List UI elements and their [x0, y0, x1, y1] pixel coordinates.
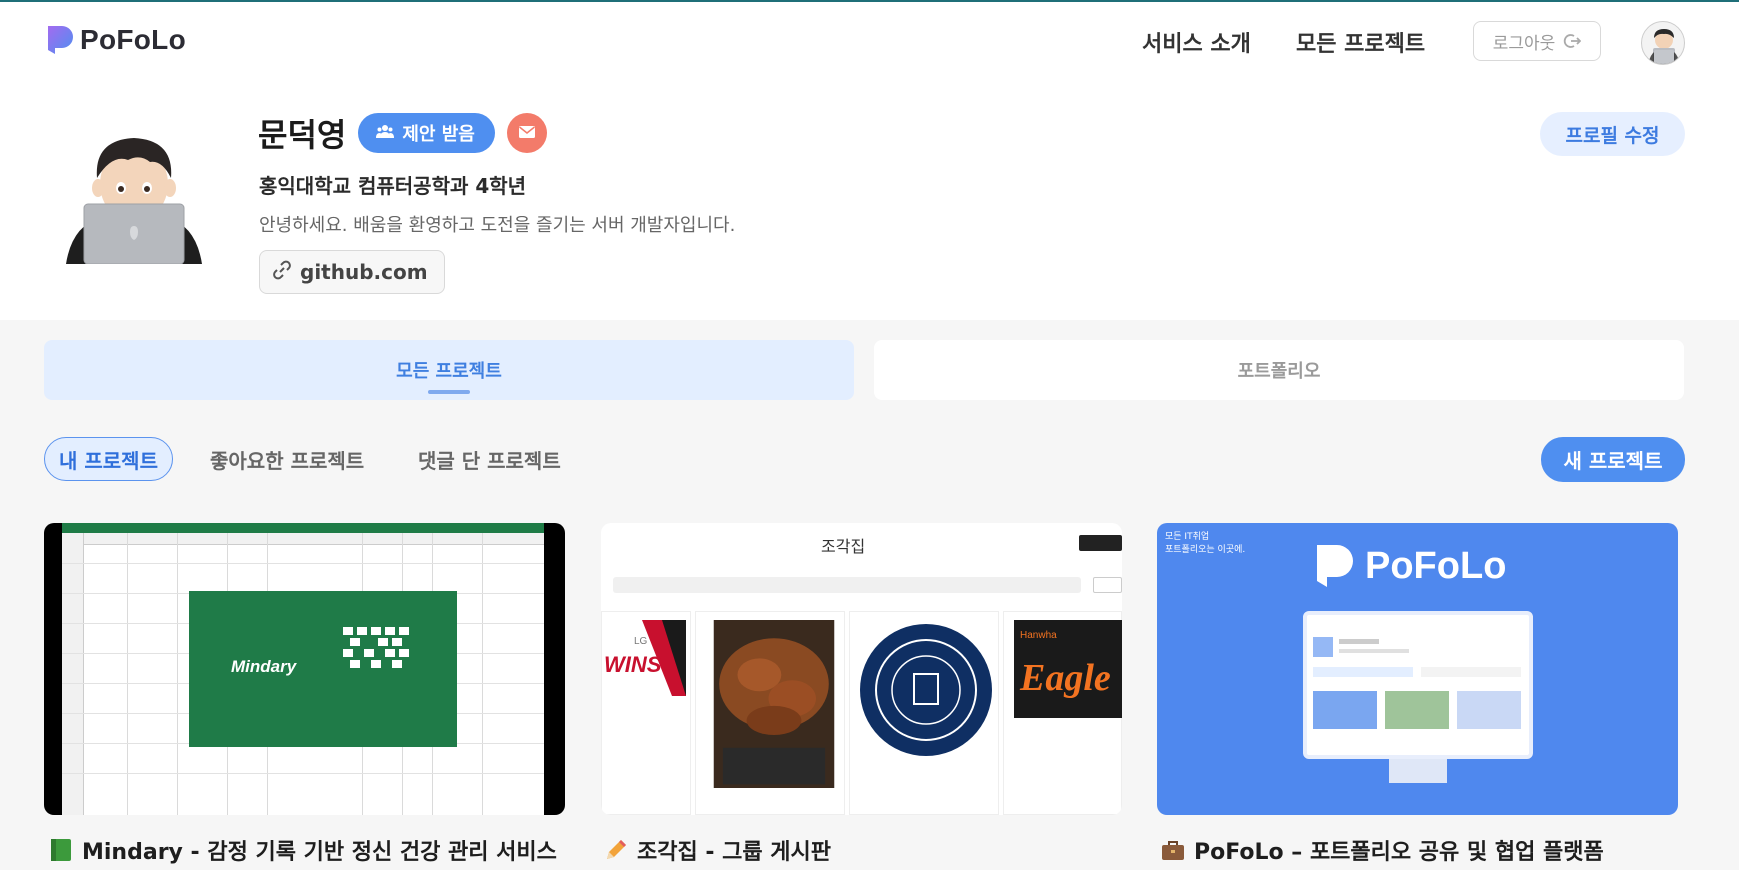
board-post-card: Hanwha Eagle: [1003, 611, 1122, 815]
pofolo-logo-icon: [44, 24, 74, 56]
pencil-icon: [603, 837, 629, 863]
project-title[interactable]: 조각집 - 그룹 게시판: [603, 834, 831, 866]
profile-school: 홍익대학교 컴퓨터공학과 4학년: [259, 174, 527, 198]
hongik-university-seal-image: [860, 624, 992, 756]
project-card-thumbnail[interactable]: 조각집 WINS LG Hanwha Eagle: [601, 523, 1122, 815]
profile-link-text: github.com: [300, 260, 428, 284]
lg-wins-image: WINS LG: [602, 620, 686, 696]
offer-badge-label: 제안 받음: [402, 124, 475, 145]
pixel-pattern-icon: [343, 627, 409, 668]
project-card-thumbnail[interactable]: 모든 IT취업 포트폴리오는 이곳에. PoFoLo: [1157, 523, 1678, 815]
board-search-button: [1093, 577, 1122, 593]
logo-text: PoFoLo: [80, 24, 186, 55]
profile-avatar: [66, 126, 202, 265]
people-icon: [376, 123, 395, 144]
edit-profile-button[interactable]: 프로필 수정: [1540, 112, 1685, 156]
pofolo-logo-icon: [1317, 545, 1353, 587]
board-post-card: [695, 611, 845, 815]
sheet-title-bar: [62, 523, 544, 533]
project-title-text: 조각집 - 그룹 게시판: [637, 840, 832, 865]
project-card-thumbnail[interactable]: Mindary: [44, 523, 565, 815]
nav-about[interactable]: 서비스 소개: [1142, 26, 1251, 58]
new-project-button[interactable]: 새 프로젝트: [1541, 437, 1685, 482]
profile-link[interactable]: github.com: [259, 250, 445, 294]
header: PoFoLo 서비스 소개 모든 프로젝트 로그아웃: [0, 2, 1739, 80]
mail-icon: [518, 124, 536, 143]
logout-icon: [1563, 32, 1582, 50]
name-row: 문덕영 제안 받음: [258, 110, 547, 156]
sheet-header-row: [62, 533, 544, 545]
svg-text:WINS: WINS: [604, 652, 662, 677]
board-search-bar: [613, 577, 1081, 593]
pofolo-monitor-stand: [1389, 759, 1447, 783]
subtab-my-projects[interactable]: 내 프로젝트: [44, 437, 173, 481]
link-icon: [272, 260, 292, 285]
briefcase-icon: [1160, 837, 1186, 863]
pofolo-thumb-logo-text: PoFoLo: [1365, 544, 1507, 587]
logout-button[interactable]: 로그아웃: [1473, 21, 1601, 61]
projects-section: 모든 프로젝트 포트폴리오 내 프로젝트 좋아요한 프로젝트 댓글 단 프로젝트…: [0, 320, 1739, 870]
green-book-icon: [48, 837, 74, 863]
pofolo-monitor-screen: [1303, 611, 1533, 759]
tab-portfolio[interactable]: 포트폴리오: [874, 340, 1684, 400]
active-tab-indicator: [428, 390, 470, 394]
food-photo-image: [713, 620, 835, 788]
profile-name: 문덕영: [258, 116, 347, 154]
offer-badge[interactable]: 제안 받음: [358, 113, 495, 153]
board-post-card: WINS LG: [601, 611, 691, 815]
mindary-logo-text: Mindary: [231, 657, 297, 676]
jogakjip-logo-text: 조각집: [821, 537, 866, 556]
svg-text:Eagle: Eagle: [1019, 657, 1111, 699]
board-top-button: [1079, 535, 1122, 551]
svg-text:Hanwha: Hanwha: [1020, 630, 1057, 641]
svg-text:LG: LG: [634, 636, 648, 647]
subtab-commented-projects[interactable]: 댓글 단 프로젝트: [418, 437, 561, 481]
profile-intro: 안녕하세요. 배움을 환영하고 도전을 즐기는 서버 개발자입니다.: [259, 215, 736, 236]
pofolo-thumb-logo: PoFoLo: [1311, 543, 1506, 589]
nav-all-projects[interactable]: 모든 프로젝트: [1296, 26, 1425, 58]
mindary-banner: Mindary: [189, 591, 457, 747]
tab-all-projects-label: 모든 프로젝트: [396, 361, 502, 382]
subtab-liked-projects[interactable]: 좋아요한 프로젝트: [210, 437, 364, 481]
mail-button[interactable]: [506, 113, 547, 153]
logo[interactable]: PoFoLo: [44, 24, 186, 56]
project-title[interactable]: PoFoLo – 포트폴리오 공유 및 협업 플랫폼: [1160, 834, 1604, 866]
project-title-text: PoFoLo – 포트폴리오 공유 및 협업 플랫폼: [1194, 840, 1604, 865]
profile-section: 문덕영 제안 받음 홍익대학교 컴퓨터공학과 4학년 안녕하세요. 배움을 환영…: [0, 80, 1739, 320]
project-title-text: Mindary - 감정 기록 기반 정신 건강 관리 서비스: [82, 840, 557, 865]
sheet-row-line: [62, 563, 544, 564]
project-title[interactable]: Mindary - 감정 기록 기반 정신 건강 관리 서비스: [48, 834, 557, 866]
board-post-card: [849, 611, 999, 815]
pofolo-caption: 모든 IT취업 포트폴리오는 이곳에.: [1165, 532, 1246, 555]
pofolo-screen-preview: [1313, 637, 1521, 729]
mindary-thumbnail: Mindary: [62, 523, 544, 815]
tab-portfolio-label: 포트폴리오: [1237, 361, 1321, 382]
sheet-row-line: [62, 773, 544, 774]
hanwha-eagles-image: Hanwha Eagle: [1014, 620, 1122, 718]
user-avatar[interactable]: [1641, 21, 1685, 65]
logout-label: 로그아웃: [1492, 33, 1556, 54]
